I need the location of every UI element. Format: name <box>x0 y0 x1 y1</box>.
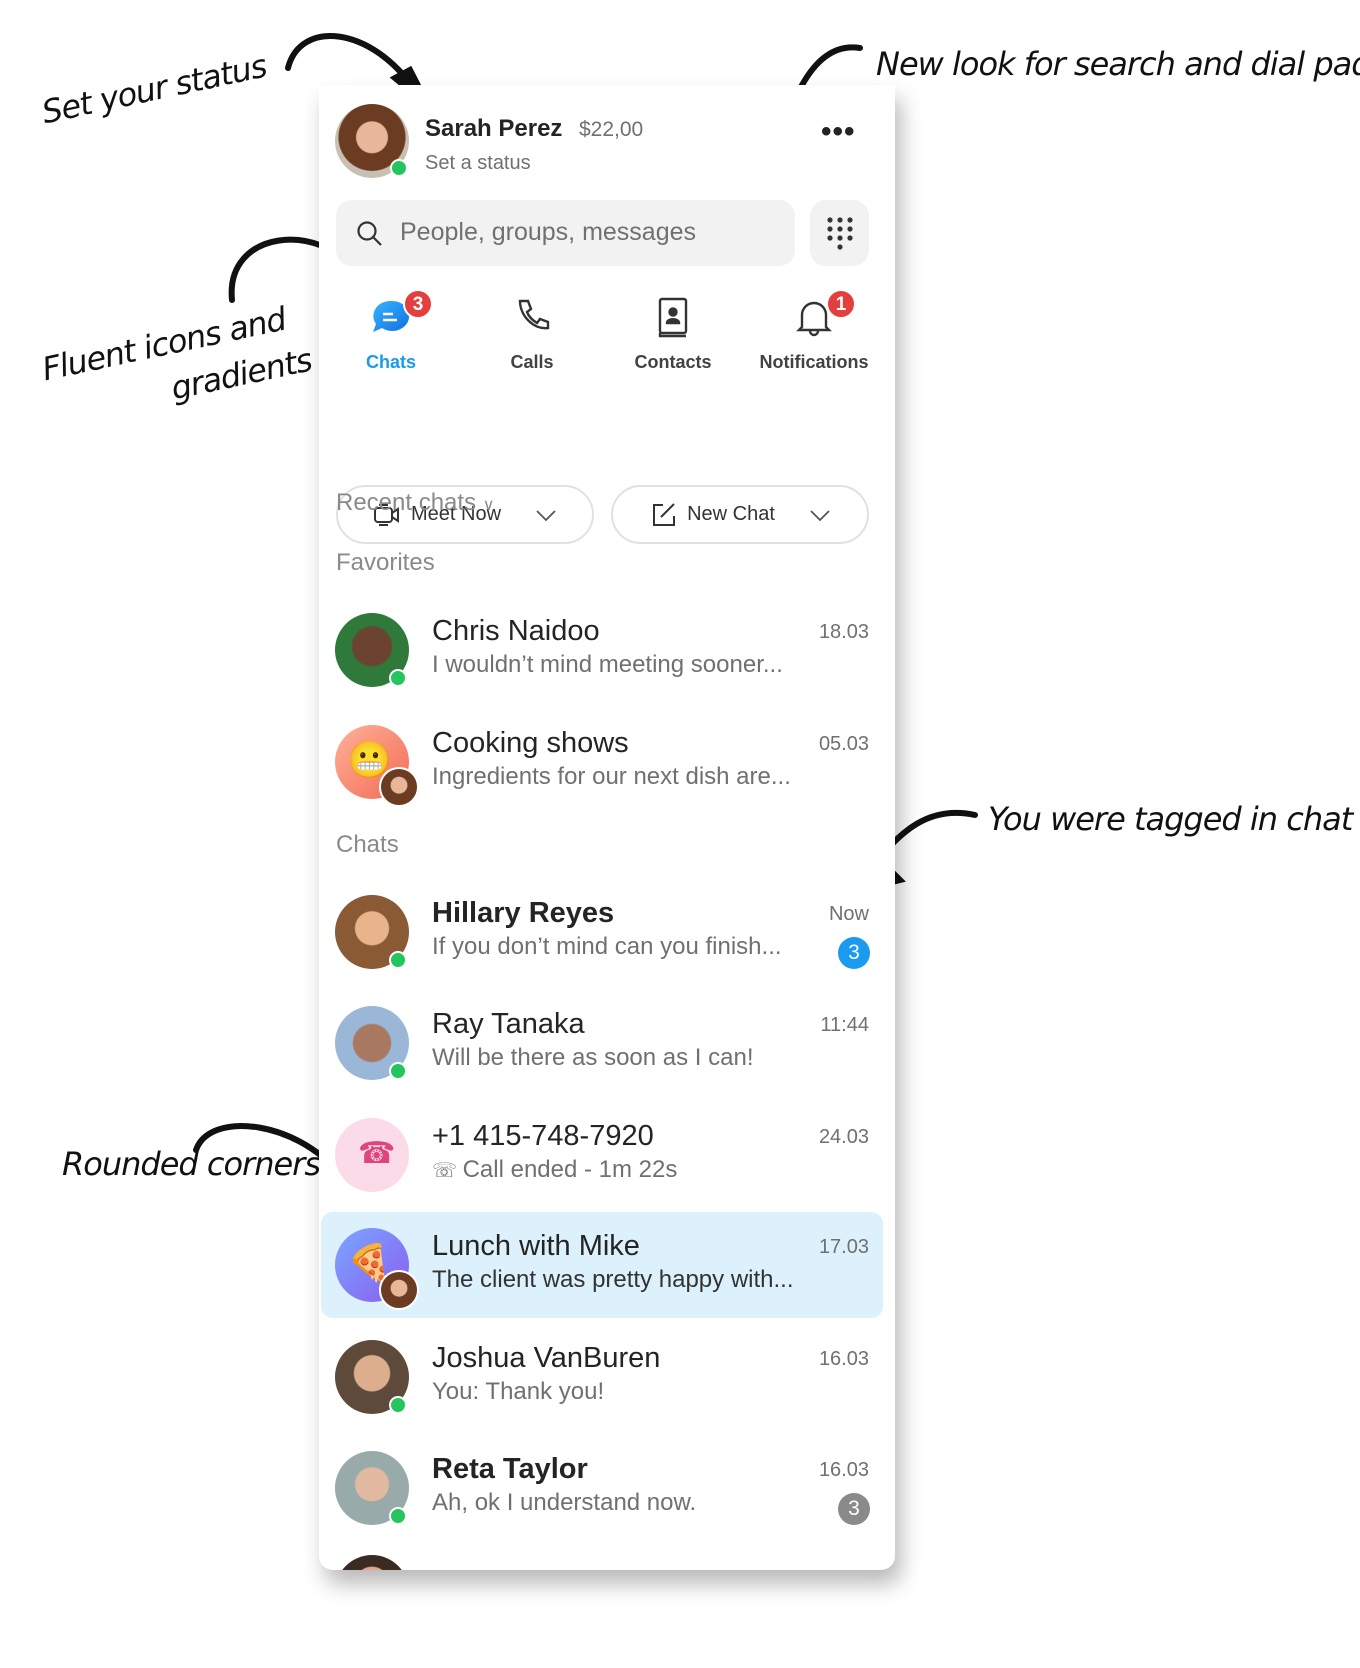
member-avatar <box>379 1270 419 1310</box>
chat-time: 05.03 <box>818 733 869 755</box>
chat-preview-text: Ingredients for our next dish are... <box>432 763 791 790</box>
chat-preview-text: You: Thank you! <box>432 1378 605 1405</box>
search-icon <box>357 221 382 246</box>
chat-preview-text: Ah, ok I understand now. <box>432 1489 697 1516</box>
chat-preview: If you don’t mind can you finish... <box>432 933 782 961</box>
chat-name: +1 415-748-7920 <box>432 1120 654 1152</box>
chat-preview: Will be there as soon as I can! <box>432 1044 754 1072</box>
new-chat-button[interactable]: New Chat <box>611 485 869 544</box>
tab-notifications[interactable]: Notifications 1 <box>744 289 884 373</box>
member-avatar <box>379 767 419 807</box>
chevron-down-icon: ∨ <box>482 497 495 514</box>
tab-notifications-badge: 1 <box>826 289 856 319</box>
chat-name: Lunch with Mike <box>432 1230 640 1262</box>
unread-count-badge: 3 <box>838 1493 870 1525</box>
chat-time: 16.03 <box>818 1459 869 1481</box>
tab-calls-label: Calls <box>510 352 554 372</box>
chat-name: Ray Tanaka <box>432 1008 585 1040</box>
chat-preview-text: Will be there as soon as I can! <box>432 1044 754 1071</box>
chat-preview: ☏ Call ended - 1m 22s <box>432 1156 677 1184</box>
tab-notifications-label: Notifications <box>759 352 869 372</box>
chat-panel: Sarah Perez $22,00 Set a status ••• Peop… <box>319 85 895 1570</box>
favorites-heading: Favorites <box>336 549 435 576</box>
online-status-dot <box>389 1396 407 1414</box>
search-input[interactable]: People, groups, messages <box>336 200 795 266</box>
tab-chats-label: Chats <box>365 352 416 372</box>
chat-list-item[interactable]: ☎ +1 415-748-7920 ☏ Call ended - 1m 22s 24.… <box>321 1102 883 1208</box>
online-status-dot <box>389 1507 407 1525</box>
online-status-dot <box>389 669 407 687</box>
phone-icon <box>518 299 550 330</box>
tab-calls[interactable]: Calls <box>462 295 602 373</box>
chat-name: Reta Taylor <box>432 1453 588 1485</box>
profile-name[interactable]: Sarah Perez <box>425 115 562 143</box>
chat-time: 16.03 <box>818 1348 869 1370</box>
chat-name: Cooking shows <box>432 727 629 759</box>
chat-time: 24.03 <box>818 1126 869 1148</box>
new-chat-label: New Chat <box>687 503 775 525</box>
tab-chats-badge: 3 <box>403 289 433 319</box>
more-options-icon[interactable]: ••• <box>821 115 856 149</box>
tab-contacts[interactable]: Contacts <box>603 295 743 373</box>
online-status-dot <box>389 1062 407 1080</box>
recent-chats-dropdown[interactable]: Recent chats ∨ <box>336 489 494 517</box>
avatar <box>335 1555 409 1570</box>
chat-list-item[interactable]: Chris Naidoo I wouldn’t mind meeting soon… <box>321 597 883 703</box>
chat-preview: The client was pretty happy with... <box>432 1266 794 1294</box>
chat-time: 18.03 <box>818 621 869 643</box>
online-status-dot <box>390 159 408 177</box>
dial-pad-icon <box>827 217 853 250</box>
chat-name: Chris Naidoo <box>432 615 600 647</box>
online-status-dot <box>389 951 407 969</box>
chat-preview-text: If you don’t mind can you finish... <box>432 933 782 960</box>
chat-preview: I wouldn’t mind meeting sooner... <box>432 651 783 679</box>
search-placeholder: People, groups, messages <box>400 218 697 246</box>
chat-preview: Ingredients for our next dish are... <box>432 763 791 791</box>
chat-list-item[interactable]: Hillary Reyes If you don’t mind can you f… <box>321 879 883 985</box>
chat-time: 11:44 <box>820 1014 869 1036</box>
chat-list-item[interactable]: 🍕 Lunch with Mike The client was pretty ha… <box>321 1212 883 1318</box>
compose-icon <box>653 502 676 526</box>
contacts-book-icon <box>658 297 688 338</box>
chat-list-item[interactable]: 😬 Cooking shows Ingredients for our next d… <box>321 709 883 815</box>
chevron-down-icon[interactable] <box>809 508 831 522</box>
chat-preview-text: I wouldn’t mind meeting sooner... <box>432 651 783 678</box>
tab-chats[interactable]: Chats 3 <box>321 289 461 373</box>
chat-name: Joshua VanBuren <box>432 1342 661 1374</box>
chat-preview-text: Call ended - 1m 22s <box>462 1156 678 1183</box>
chat-name: Hillary Reyes <box>432 897 615 929</box>
dial-pad-button[interactable] <box>810 200 869 266</box>
chat-preview-text: The client was pretty happy with... <box>432 1266 794 1293</box>
set-status-link[interactable]: Set a status <box>425 152 531 175</box>
chat-list-item[interactable]: Reta Taylor Ah, ok I understand now. 16.03… <box>321 1435 883 1541</box>
phone-icon: ☎ <box>358 1137 396 1170</box>
profile-credit: $22,00 <box>579 118 644 141</box>
unread-count-badge: 3 <box>838 937 870 969</box>
chevron-down-icon[interactable] <box>535 508 557 522</box>
chats-heading: Chats <box>336 831 399 858</box>
chat-time: Now <box>828 903 869 925</box>
chat-preview: You: Thank you! <box>432 1378 604 1406</box>
chat-preview: Ah, ok I understand now. <box>432 1489 696 1517</box>
tab-contacts-label: Contacts <box>634 352 712 372</box>
chat-list-item[interactable]: Joshua VanBuren You: Thank you! 16.03 <box>321 1324 883 1430</box>
chat-list-item[interactable]: Ray Tanaka Will be there as soon as I can… <box>321 990 883 1096</box>
call-ended-icon: ☏ <box>432 1160 463 1182</box>
recent-chats-label: Recent chats <box>336 489 477 516</box>
chat-time: 17.03 <box>818 1236 869 1258</box>
